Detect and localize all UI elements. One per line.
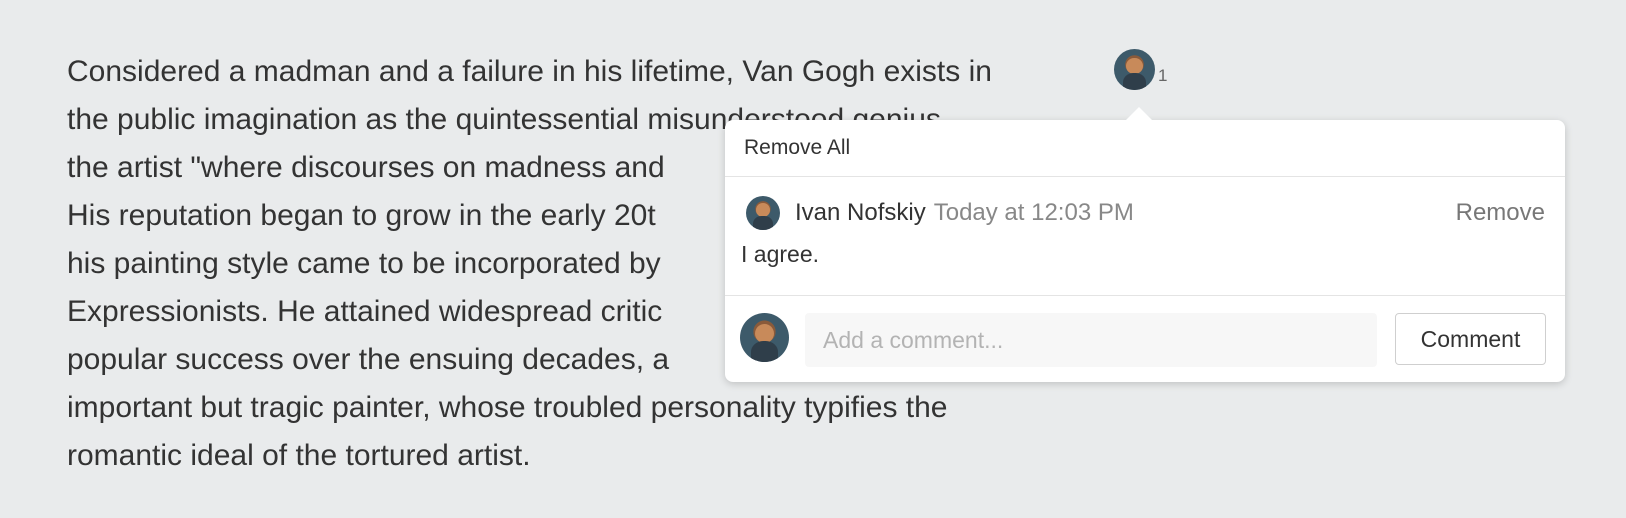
avatar-icon — [1114, 49, 1155, 90]
comment-item: Ivan Nofskiy Today at 12:03 PM Remove I … — [725, 177, 1565, 296]
article-line: important but tragic painter, whose trou… — [67, 391, 948, 424]
comment-compose: Comment — [725, 296, 1565, 383]
comments-popover: Remove All Ivan Nofskiy Today at 12:03 P… — [725, 107, 1565, 383]
comment-author: Ivan Nofskiy — [795, 199, 926, 226]
comment-submit-button[interactable]: Comment — [1395, 313, 1546, 365]
remove-all-button[interactable]: Remove All — [744, 136, 850, 160]
article-line: Considered a madman and a failure in his… — [67, 55, 992, 88]
article-line: romantic ideal of the tortured artist. — [67, 439, 531, 472]
remove-comment-button[interactable]: Remove — [1456, 199, 1545, 227]
avatar-icon — [740, 313, 789, 362]
comment-text: I agree. — [741, 241, 819, 267]
comment-indicator[interactable]: 1 — [1114, 49, 1167, 90]
comment-timestamp: Today at 12:03 PM — [933, 199, 1134, 226]
comment-count: 1 — [1158, 66, 1168, 85]
comment-meta: Ivan Nofskiy Today at 12:03 PM Remove — [746, 196, 1545, 230]
popover-header: Remove All — [725, 120, 1565, 177]
comment-input[interactable] — [805, 313, 1377, 367]
avatar-icon — [746, 196, 780, 230]
popover-caret — [1125, 107, 1153, 121]
